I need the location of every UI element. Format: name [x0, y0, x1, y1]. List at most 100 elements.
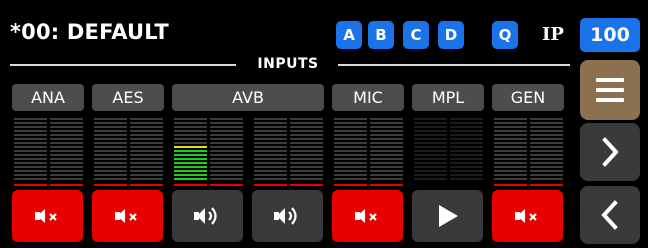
meter-segment: [254, 126, 287, 128]
meter-segment: [174, 174, 207, 176]
meter-segment: [370, 118, 403, 120]
meter-segment: [130, 146, 163, 148]
mute-button-gen[interactable]: [492, 190, 563, 242]
mute-button-ana[interactable]: [12, 190, 83, 242]
meter-segment: [174, 154, 207, 156]
meter-segment: [254, 118, 287, 120]
play-button-mpl[interactable]: [412, 190, 483, 242]
mute-button-avb-2[interactable]: [252, 190, 323, 242]
meter-segment: [290, 126, 323, 128]
meter-segment: [414, 150, 447, 152]
meter-peak-indicator: [210, 184, 243, 186]
meter-segment: [370, 122, 403, 124]
ip-value-button[interactable]: 100: [580, 18, 640, 52]
speaker-on-icon: [274, 207, 297, 225]
mute-button-mic[interactable]: [332, 190, 403, 242]
meter-segment: [130, 158, 163, 160]
meter-segment: [254, 166, 287, 168]
tab-mpl[interactable]: MPL: [412, 84, 484, 111]
meter-segment: [174, 170, 207, 172]
meter-peak-indicator: [370, 184, 403, 186]
meter-segment: [530, 134, 563, 136]
meter-segment: [530, 118, 563, 120]
meter-segment: [254, 154, 287, 156]
meter-segment: [290, 146, 323, 148]
level-meter: [254, 116, 287, 188]
level-meter: [14, 116, 47, 188]
meter-segment: [94, 162, 127, 164]
preset-a-button[interactable]: A: [336, 21, 362, 49]
meter-segment: [210, 178, 243, 180]
meter-segment: [290, 138, 323, 140]
meter-segment: [450, 178, 483, 180]
meter-segment: [450, 174, 483, 176]
tab-ana[interactable]: ANA: [12, 84, 84, 111]
preset-d-button[interactable]: D: [438, 21, 464, 49]
ip-label: IP: [542, 24, 564, 45]
level-meter: [290, 116, 323, 188]
preset-c-button[interactable]: C: [403, 21, 429, 49]
mute-button-avb-1[interactable]: [172, 190, 243, 242]
meter-segment: [334, 166, 367, 168]
menu-button[interactable]: [580, 60, 640, 120]
meter-segment: [130, 126, 163, 128]
meter-segment: [94, 134, 127, 136]
mute-button-aes[interactable]: [92, 190, 163, 242]
meter-segment: [130, 142, 163, 144]
meter-segment: [450, 130, 483, 132]
meter-segment: [94, 138, 127, 140]
tab-aes[interactable]: AES: [92, 84, 164, 111]
meter-segment: [130, 162, 163, 164]
meter-segment: [50, 142, 83, 144]
meter-segment: [94, 126, 127, 128]
level-meter: [210, 116, 243, 188]
meter-segment: [494, 170, 527, 172]
prev-button[interactable]: [580, 186, 640, 244]
tab-mic[interactable]: MIC: [332, 84, 404, 111]
meter-segment: [14, 146, 47, 148]
meter-peak-indicator: [50, 184, 83, 186]
meter-segment: [370, 162, 403, 164]
tab-gen[interactable]: GEN: [492, 84, 564, 111]
preset-b-button[interactable]: B: [368, 21, 394, 49]
meter-segment: [210, 154, 243, 156]
meter-segment: [450, 134, 483, 136]
inputs-section-label: INPUTS: [257, 56, 319, 72]
meter-segment: [14, 170, 47, 172]
meter-segment: [50, 154, 83, 156]
meter-segment: [290, 134, 323, 136]
meter-segment: [370, 142, 403, 144]
meter-segment: [254, 158, 287, 160]
meter-segment: [50, 146, 83, 148]
tab-avb[interactable]: AVB: [172, 84, 324, 111]
meter-segment: [14, 150, 47, 152]
level-meter: [450, 116, 483, 188]
meter-segment: [450, 146, 483, 148]
meter-segment: [130, 154, 163, 156]
meter-segment: [370, 174, 403, 176]
meter-segment: [494, 142, 527, 144]
meter-segment: [414, 178, 447, 180]
meter-segment: [290, 130, 323, 132]
meter-segment: [174, 162, 207, 164]
level-meter: [530, 116, 563, 188]
meter-segment: [14, 118, 47, 120]
next-button[interactable]: [580, 123, 640, 181]
meter-segment: [370, 170, 403, 172]
meter-segment: [290, 150, 323, 152]
meter-segment: [254, 150, 287, 152]
meter-peak-indicator: [130, 184, 163, 186]
meter-segment: [94, 146, 127, 148]
q-button[interactable]: Q: [492, 21, 518, 49]
meter-segment: [14, 122, 47, 124]
meter-segment: [94, 154, 127, 156]
meter-segment: [50, 122, 83, 124]
meter-segment: [130, 166, 163, 168]
meter-segment: [290, 174, 323, 176]
meter-segment: [130, 150, 163, 152]
meter-segment: [14, 130, 47, 132]
meter-segment: [414, 170, 447, 172]
meter-segment: [370, 134, 403, 136]
meter-segment: [334, 122, 367, 124]
meter-segment: [450, 138, 483, 140]
